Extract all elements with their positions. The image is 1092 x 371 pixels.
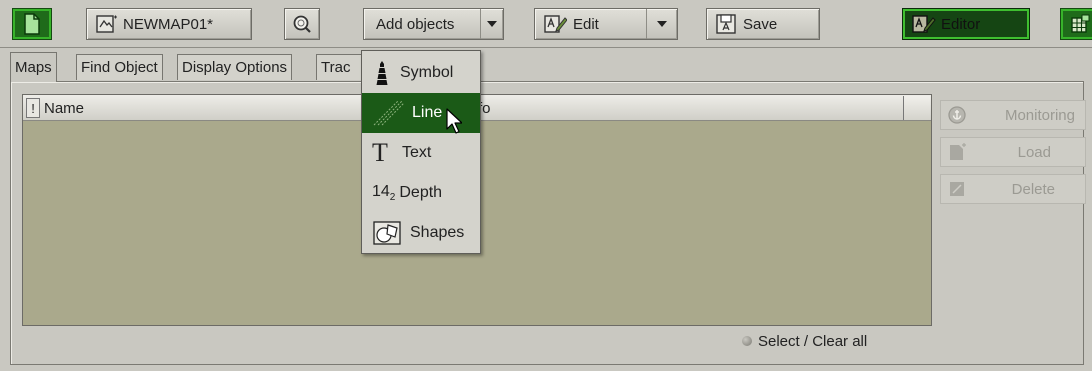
select-clear-all[interactable]: Select / Clear all (742, 330, 902, 352)
save-disk-icon (716, 14, 736, 34)
diagonal-lines-icon (373, 100, 404, 126)
chevron-down-icon (656, 21, 667, 27)
col-flag-label: ! (31, 100, 35, 116)
editor-pen-icon (912, 15, 936, 33)
depth-number-icon: 142 (372, 183, 395, 203)
edit-label: Edit (573, 15, 599, 33)
col-flag-header[interactable]: ! (26, 98, 40, 118)
shapes-icon (373, 221, 401, 245)
monitoring-button[interactable]: Monitoring (940, 100, 1086, 130)
save-button[interactable]: Save (706, 8, 820, 40)
text-t-icon: T (372, 138, 388, 167)
map-file-icon (96, 15, 117, 33)
mouse-cursor-icon (446, 108, 462, 134)
add-objects-button[interactable]: Add objects (363, 8, 504, 40)
new-map-button[interactable] (12, 8, 52, 40)
menu-item-symbol[interactable]: Symbol (362, 53, 480, 93)
col-name-label: Name (44, 99, 85, 117)
new-document-icon (24, 13, 40, 35)
radio-dot-icon (742, 336, 752, 346)
menu-item-line[interactable]: Line (362, 93, 480, 133)
add-objects-label: Add objects (376, 15, 455, 33)
chevron-down-icon (486, 21, 497, 27)
map-name-label: NEWMAP01* (123, 15, 214, 33)
select-clear-label: Select / Clear all (758, 332, 868, 350)
delete-label: Delete (1011, 180, 1055, 198)
tab-find-object-label: Find Object (81, 59, 158, 76)
table-view-button[interactable] (1060, 8, 1092, 40)
grid-table-icon (1071, 14, 1090, 33)
tab-tracks-label: Trac (321, 59, 351, 76)
load-label: Load (1017, 143, 1051, 161)
editor-mode-button[interactable]: Editor (902, 8, 1030, 40)
menu-item-line-label: Line (412, 104, 443, 121)
tab-maps-label: Maps (15, 59, 52, 76)
delete-file-icon (950, 182, 964, 196)
save-label: Save (743, 15, 778, 33)
tab-maps[interactable]: Maps (10, 52, 57, 82)
tab-display-options[interactable]: Display Options (177, 54, 293, 80)
depth-sub: 2 (389, 192, 396, 204)
col-info-header[interactable]: fo (478, 96, 898, 120)
menu-item-symbol-label: Symbol (400, 64, 454, 81)
edit-button[interactable]: Edit (534, 8, 678, 40)
monitoring-label: Monitoring (1004, 106, 1075, 124)
edit-button-body: Edit (535, 13, 640, 35)
magnifier-icon (293, 15, 311, 33)
delete-button[interactable]: Delete (940, 174, 1086, 204)
menu-item-text[interactable]: T Text (362, 133, 480, 173)
depth-prefix: 14 (372, 182, 390, 200)
load-button[interactable]: Load (940, 137, 1086, 167)
load-file-icon (950, 143, 966, 160)
menu-item-depth-label: Depth (399, 184, 443, 201)
tab-tracks[interactable]: Trac (316, 54, 366, 80)
edit-pen-icon (544, 15, 567, 33)
editor-label: Editor (941, 15, 981, 33)
menu-item-text-label: Text (402, 144, 432, 161)
menu-item-shapes[interactable]: Shapes (362, 213, 480, 253)
menu-item-shapes-label: Shapes (410, 224, 465, 241)
edit-dropdown-arrow[interactable] (645, 9, 677, 39)
lighthouse-symbol-icon (376, 61, 388, 85)
header-scroll-cap (903, 96, 930, 120)
anchor-icon (948, 106, 966, 124)
tab-find-object[interactable]: Find Object (76, 54, 163, 80)
tab-display-options-label: Display Options (182, 59, 288, 76)
search-map-button[interactable] (284, 8, 320, 40)
add-objects-dropdown-arrow[interactable] (479, 9, 504, 39)
map-name-button[interactable]: NEWMAP01* (86, 8, 252, 40)
add-objects-menu: Symbol Line T Text 142 Depth Shapes (361, 50, 481, 254)
menu-item-depth[interactable]: 142 Depth (362, 173, 480, 213)
